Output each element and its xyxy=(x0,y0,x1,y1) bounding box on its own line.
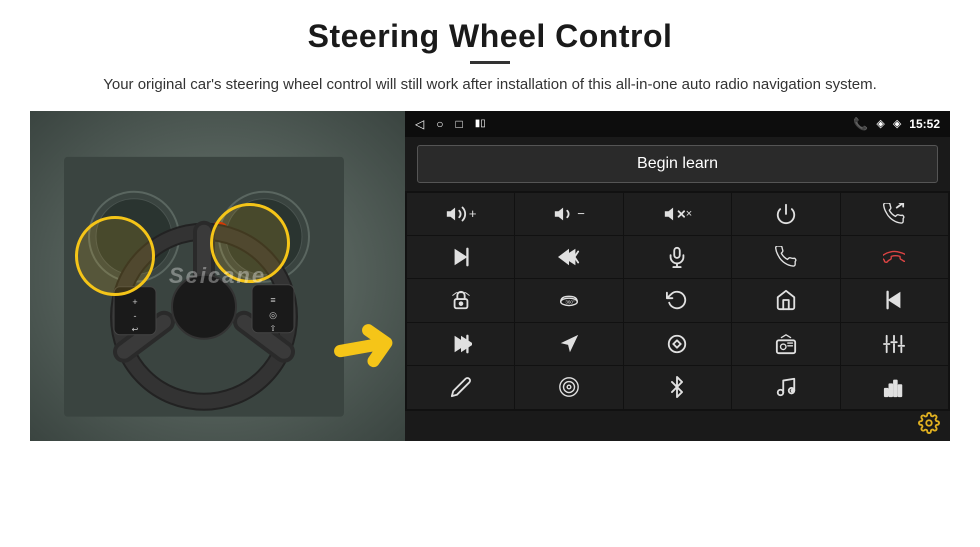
location-status-icon: ◈ xyxy=(876,117,884,130)
power-icon xyxy=(775,203,797,225)
page-title: Steering Wheel Control xyxy=(30,18,950,55)
bluetooth-icon xyxy=(666,376,688,398)
next-track-button[interactable] xyxy=(407,323,514,365)
spectrum-button[interactable] xyxy=(841,366,948,408)
page-subtitle: Your original car's steering wheel contr… xyxy=(100,74,880,97)
status-time: 15:52 xyxy=(909,117,940,131)
settings-button[interactable] xyxy=(918,412,940,440)
begin-learn-button[interactable]: Begin learn xyxy=(417,145,938,183)
watermark: Seicane xyxy=(169,263,266,289)
equalizer-icon xyxy=(883,333,905,355)
vol-mute-button[interactable]: × xyxy=(624,193,731,235)
vol-down-button[interactable]: − xyxy=(515,193,622,235)
vol-up-button[interactable]: + xyxy=(407,193,514,235)
control-button-grid: + − × xyxy=(405,191,950,411)
pen-button[interactable] xyxy=(407,366,514,408)
phone-answer-button[interactable] xyxy=(841,193,948,235)
vol-mute-icon xyxy=(663,203,685,225)
bluetooth-button[interactable] xyxy=(624,366,731,408)
home-icon xyxy=(775,289,797,311)
status-bar: ◁ ○ □ ▮▯ 📞 ◈ ◈ 15:52 xyxy=(405,111,950,137)
spectrum-icon xyxy=(883,376,905,398)
settings-row xyxy=(405,411,950,441)
vol-down-minus: − xyxy=(577,206,585,221)
undo-button[interactable] xyxy=(624,279,731,321)
svg-text:+: + xyxy=(132,296,137,306)
title-divider xyxy=(470,61,510,64)
skip-prev-fast-icon xyxy=(558,246,580,268)
page-wrapper: Steering Wheel Control Your original car… xyxy=(0,0,980,451)
begin-learn-row: Begin learn xyxy=(405,137,950,191)
next-track-icon xyxy=(450,333,472,355)
radio-button[interactable] xyxy=(732,323,839,365)
home-button[interactable] xyxy=(732,279,839,321)
phone-end-button[interactable] xyxy=(841,236,948,278)
pen-icon xyxy=(450,376,472,398)
svg-text:◎: ◎ xyxy=(269,309,277,319)
skip-next-button[interactable] xyxy=(407,236,514,278)
phone-end-icon xyxy=(883,246,905,268)
power-button[interactable] xyxy=(732,193,839,235)
phone-call-button[interactable] xyxy=(732,236,839,278)
music-button[interactable] xyxy=(732,366,839,408)
phone-status-icon: 📞 xyxy=(853,117,868,131)
content-area: + - ↩ ≡ ◎ ⇧ ➜ Seicane xyxy=(30,111,950,441)
recents-nav-icon[interactable]: □ xyxy=(455,117,462,131)
signal-bars-icon: ▮▯ xyxy=(475,118,486,129)
navigate-button[interactable] xyxy=(515,323,622,365)
skip-next-icon xyxy=(450,246,472,268)
mic-button[interactable] xyxy=(624,236,731,278)
svg-text:360°: 360° xyxy=(565,300,575,305)
prev-track-icon xyxy=(883,289,905,311)
home-nav-icon[interactable]: ○ xyxy=(436,117,443,131)
car-lock-icon xyxy=(450,289,472,311)
undo-icon xyxy=(666,289,688,311)
music-icon xyxy=(775,376,797,398)
vol-mute-x: × xyxy=(686,208,692,220)
radio-icon xyxy=(775,333,797,355)
svg-text:↩: ↩ xyxy=(131,324,138,333)
svg-text:≡: ≡ xyxy=(270,294,275,304)
navigate-icon xyxy=(558,333,580,355)
android-ui: ◁ ○ □ ▮▯ 📞 ◈ ◈ 15:52 Begin learn xyxy=(405,111,950,441)
equalizer-button[interactable] xyxy=(841,323,948,365)
settings-gear-icon xyxy=(918,412,940,434)
title-section: Steering Wheel Control Your original car… xyxy=(30,18,950,97)
swap-button[interactable] xyxy=(624,323,731,365)
svg-text:⇧: ⇧ xyxy=(269,323,276,332)
car-image-side: + - ↩ ≡ ◎ ⇧ ➜ Seicane xyxy=(30,111,405,441)
vol-down-icon xyxy=(553,203,575,225)
mic-icon xyxy=(666,246,688,268)
wifi-status-icon: ◈ xyxy=(893,117,901,130)
vol-up-plus: + xyxy=(469,206,477,221)
status-right-icons: 📞 ◈ ◈ 15:52 xyxy=(853,117,940,131)
target-button[interactable] xyxy=(515,366,622,408)
swap-icon xyxy=(666,333,688,355)
car-lock-button[interactable] xyxy=(407,279,514,321)
prev-track-button[interactable] xyxy=(841,279,948,321)
skip-prev-fast-button[interactable] xyxy=(515,236,622,278)
phone-call-icon xyxy=(775,246,797,268)
svg-text:-: - xyxy=(133,310,136,320)
360-view-button[interactable]: 360° xyxy=(515,279,622,321)
phone-answer-icon xyxy=(883,203,905,225)
arrow-indicator: ➜ xyxy=(323,293,405,396)
car-background: + - ↩ ≡ ◎ ⇧ ➜ Seicane xyxy=(30,111,405,441)
vol-up-icon xyxy=(445,203,467,225)
back-nav-icon[interactable]: ◁ xyxy=(415,117,424,131)
status-nav-icons: ◁ ○ □ ▮▯ xyxy=(415,117,486,131)
360-view-icon: 360° xyxy=(558,289,580,311)
highlight-circle-left xyxy=(75,216,155,296)
target-icon xyxy=(558,376,580,398)
